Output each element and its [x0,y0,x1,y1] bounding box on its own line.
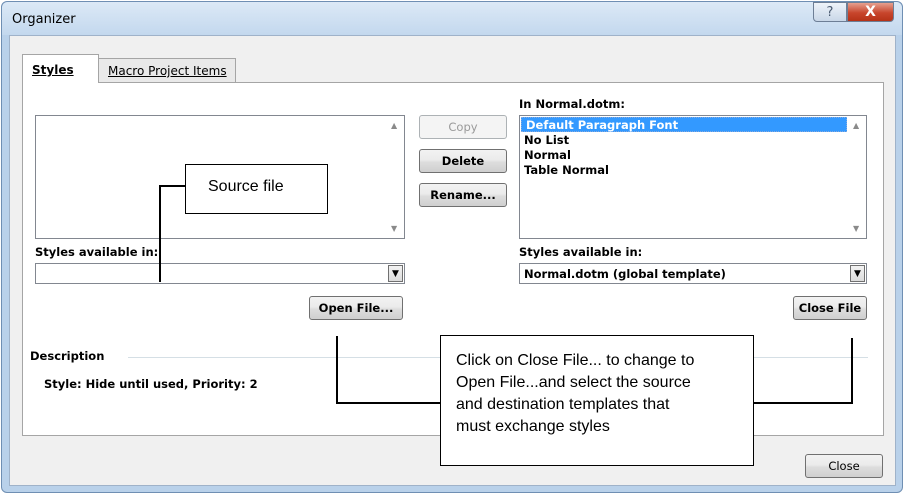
list-item[interactable]: Table Normal [520,163,866,178]
right-styles-available-combo[interactable]: Normal.dotm (global template) ▼ [519,263,867,284]
list-item[interactable]: Normal [520,148,866,163]
right-styles-list[interactable]: Default Paragraph Font No List Normal Ta… [519,115,867,239]
right-combo-value: Normal.dotm (global template) [524,267,726,281]
close-file-callout-line: Open File...and select the source [456,374,691,391]
tab-styles-label: Styles [32,63,74,77]
close-file-label: Close File [798,301,862,315]
right-combo-dropdown[interactable]: ▼ [850,265,865,282]
close-button[interactable]: Close [805,454,883,478]
scroll-down-icon: ▼ [853,224,860,233]
delete-button[interactable]: Delete [419,149,507,173]
left-list-scrollbar[interactable]: ▲ ▼ [387,116,404,238]
source-file-callout-text: Source file [208,178,284,195]
close-icon: X [865,4,876,20]
rename-label: Rename... [430,188,496,202]
window-title: Organizer [12,12,76,27]
right-styles-available-label: Styles available in: [519,245,643,259]
question-mark-icon: ? [826,4,834,20]
scroll-down-icon: ▼ [391,224,398,233]
copy-label: Copy [448,120,478,134]
close-file-button[interactable]: Close File [793,296,867,320]
in-normal-label: In Normal.dotm: [519,97,625,111]
window-close-button[interactable]: X [847,2,894,22]
left-styles-available-label: Styles available in: [35,245,159,259]
close-file-callout-line: Click on Close File... to change to [456,352,695,369]
left-combo-dropdown[interactable]: ▼ [388,265,403,282]
delete-label: Delete [441,154,485,168]
scroll-up-icon: ▲ [853,121,860,130]
rename-button[interactable]: Rename... [419,183,507,207]
list-item[interactable]: Default Paragraph Font [521,117,847,132]
chevron-down-icon: ▼ [392,268,399,279]
close-file-callout-line: and destination templates that [456,396,670,413]
close-file-callout-line: must exchange styles [456,418,610,435]
description-label: Description [30,349,105,363]
open-file-label: Open File... [318,301,394,315]
right-list-scrollbar[interactable]: ▲ ▼ [849,116,866,238]
tab-macro-project-items[interactable]: Macro Project Items [98,58,236,82]
tab-styles[interactable]: Styles [22,54,99,83]
chevron-down-icon: ▼ [854,268,861,279]
left-styles-available-combo[interactable]: ▼ [35,263,405,284]
close-file-callout: Click on Close File... to change to Open… [440,335,754,466]
description-text: Style: Hide until used, Priority: 2 [44,377,258,391]
help-button[interactable]: ? [813,2,847,22]
scroll-up-icon: ▲ [391,121,398,130]
source-file-callout: Source file [185,164,328,214]
list-item[interactable]: No List [520,133,866,148]
title-bar: Organizer ? X [2,2,902,35]
tab-macro-label: Macro Project Items [108,64,227,78]
open-file-button[interactable]: Open File... [309,296,403,320]
copy-button[interactable]: Copy [419,115,507,139]
close-label: Close [828,459,860,473]
